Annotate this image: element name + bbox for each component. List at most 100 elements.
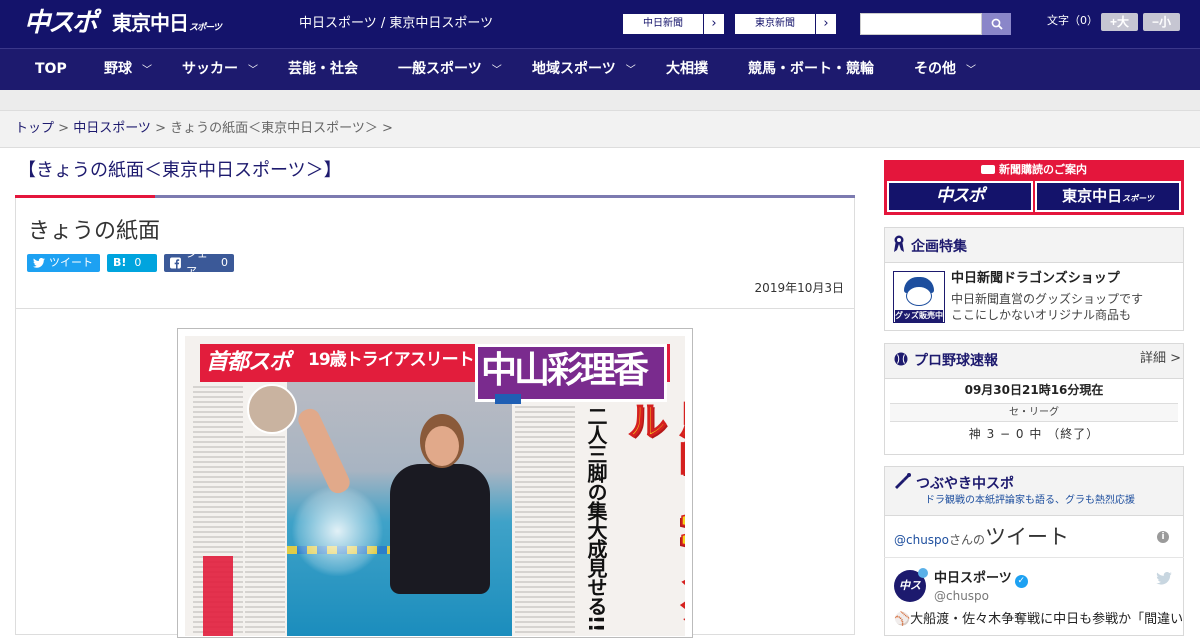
shop-desc-line: 中日新聞直営のグッズショップです [951, 292, 1144, 306]
breadcrumb-separator: > [377, 121, 393, 136]
article-divider [16, 308, 854, 309]
newspaper-front-page-image[interactable]: 首都スポ 19歳トライアスリート 中山彩理香 二人三脚の集大成見せる!! 恩師と… [185, 336, 685, 636]
nav-item-regional-sports[interactable]: 地域スポーツ ﹀ [532, 49, 636, 90]
newspaper-athlete-name: 中山彩理香 [481, 350, 649, 391]
dragons-shop-thumbnail[interactable]: グッズ販売中 [893, 271, 945, 323]
text-column-left-2 [245, 436, 285, 636]
subscription-logo-tokyo-small: スポーツ [1122, 194, 1154, 203]
subscription-logo-chuspo[interactable]: 中スポ [887, 181, 1033, 212]
chevron-down-icon: ﹀ [966, 65, 976, 76]
hatena-count: 0 [134, 256, 142, 269]
newspaper-kicker: 19歳トライアスリート [308, 350, 475, 370]
baseball-detail-link[interactable]: 詳細 > [1140, 351, 1181, 367]
font-smaller-button[interactable]: −小 [1143, 13, 1180, 31]
info-icon[interactable]: i [1157, 531, 1169, 543]
chevron-down-icon: ﹀ [248, 65, 258, 76]
tweet-author-handle[interactable]: @chuspo [934, 589, 989, 604]
site-caption: 中日スポーツ / 東京中日スポーツ [299, 16, 494, 31]
nav-item-label: 一般スポーツ [398, 61, 482, 77]
logo-tokyo-text: 東京中日 [112, 11, 189, 35]
search-icon [991, 18, 1003, 30]
nav-item-label: 地域スポーツ [532, 61, 616, 77]
subscription-banner-label: 新聞購読のご案内 [999, 163, 1087, 176]
nav-item-others[interactable]: その他 ﹀ [914, 49, 976, 90]
breadcrumb-separator: > [54, 121, 74, 136]
search-input[interactable] [860, 13, 982, 35]
nav-item-racing[interactable]: 競馬・ボート・競輪 [748, 49, 874, 90]
newspaper-masthead: 首都スポ [200, 344, 300, 382]
newspaper-icon [981, 165, 995, 174]
twitter-account-suffix: さんの [949, 533, 986, 547]
tweet-button[interactable]: ツイート [27, 254, 100, 272]
trumpet-icon [895, 473, 911, 489]
score-updated-time: 09月30日21時16分現在 [964, 383, 1104, 397]
avatar[interactable]: 中スポ [894, 568, 928, 624]
dragons-shop-link[interactable]: 中日新聞ドラゴンズショップ [951, 271, 1120, 287]
nav-item-label: サッカー [182, 61, 238, 77]
font-bigger-button[interactable]: +大 [1101, 13, 1138, 31]
verified-icon: ✓ [1014, 575, 1028, 588]
facebook-icon [170, 257, 181, 269]
score-game-result[interactable]: 神 3 − 0 中 （終了） [884, 426, 1184, 442]
dragons-shop-description: 中日新聞直営のグッズショップです ここにしかないオリジナル商品も [951, 291, 1143, 323]
nav-item-top[interactable]: TOP [35, 49, 67, 90]
nav-item-soccer[interactable]: サッカー ﹀ [182, 49, 258, 90]
logo-tokyo-chunichi[interactable]: 東京中日スポーツ [112, 11, 222, 40]
nav-item-label: その他 [914, 61, 956, 77]
page-heading: 【きょうの紙面＜東京中日スポーツ＞】 [18, 160, 342, 181]
spacer-band [0, 90, 1200, 110]
subscription-logo-tokyo[interactable]: 東京中日スポーツ [1035, 181, 1181, 212]
nav-item-label: 競馬・ボート・競輪 [748, 61, 874, 77]
tweet-text: ⚾大船渡・佐々木争奪戦に中日も参戦か「間違い [894, 612, 1184, 627]
nav-item-sumo[interactable]: 大相撲 [666, 49, 708, 90]
shop-thumb-label: グッズ販売中 [895, 310, 943, 322]
tweet-author-name[interactable]: 中日スポーツ ✓ [934, 571, 1028, 588]
twitter-timeline-title: ツイート [985, 525, 1070, 549]
logo-chuspo[interactable]: 中スポ [24, 8, 98, 38]
hatena-bookmark-button[interactable]: B! 0 [107, 254, 157, 272]
swimmer-body [390, 464, 490, 594]
twitter-icon[interactable] [1156, 572, 1172, 585]
subscription-logo-tokyo-text: 東京中日 [1062, 187, 1123, 205]
chunichi-shimbun-link[interactable]: 中日新聞 › [622, 13, 725, 35]
chunichi-shimbun-label: 中日新聞 [643, 18, 683, 29]
hatena-icon: B! [113, 256, 127, 269]
tokyo-shimbun-label: 東京新聞 [755, 18, 795, 29]
newspaper-main-headline: 恩師とWメダル [619, 399, 685, 621]
shop-desc-line: ここにしかないオリジナル商品も [951, 308, 1132, 322]
search-button[interactable] [982, 13, 1011, 35]
twitter-account-link[interactable]: @chuspo [894, 533, 949, 547]
ribbon-icon [894, 235, 904, 252]
tokyo-shimbun-link[interactable]: 東京新聞 › [734, 13, 837, 35]
baseball-panel-title: プロ野球速報 [914, 353, 998, 369]
facebook-share-label: シェア [185, 247, 208, 278]
twitter-timeline-header: @chuspoさんのツイート [894, 522, 1069, 555]
nav-item-label: TOP [35, 61, 67, 77]
nav-item-label: 大相撲 [666, 61, 708, 77]
chevron-down-icon: ﹀ [142, 65, 152, 76]
nav-item-label: 芸能・社会 [288, 61, 358, 77]
breadcrumb-chuspo[interactable]: 中日スポーツ [73, 121, 151, 136]
tweet-author-label: 中日スポーツ [934, 571, 1012, 586]
breadcrumb-separator: > [150, 121, 171, 136]
chevron-down-icon: ﹀ [491, 65, 502, 76]
breadcrumb-top[interactable]: トップ [15, 121, 54, 136]
blue-tag [495, 394, 521, 404]
nav-item-general-sports[interactable]: 一般スポーツ ﹀ [398, 49, 502, 90]
inset-portrait [247, 384, 297, 434]
tweets-panel-subtitle: ドラ観戦の本紙評論家も語る、グラも熱烈応援 [925, 495, 1135, 506]
score-league: セ・リーグ [890, 403, 1178, 422]
facebook-count: 0 [221, 256, 228, 269]
breadcrumb-current: きょうの紙面＜東京中日スポーツ＞ [170, 121, 378, 136]
subscription-banner-title: 新聞購読のご案内 [884, 162, 1184, 178]
mascot-face [906, 286, 932, 306]
facebook-share-button[interactable]: シェア 0 [164, 247, 234, 278]
tweet-button-label: ツイート [49, 256, 93, 269]
text-column-right [515, 406, 575, 636]
nav-item-baseball[interactable]: 野球 ﹀ [104, 49, 152, 90]
article-title: きょうの紙面 [28, 219, 161, 244]
article-top-accent [15, 195, 155, 198]
nav-item-entertainment[interactable]: 芸能・社会 [288, 49, 358, 90]
red-vertical-band [203, 556, 233, 636]
tweets-panel-title: つぶやき中スポ [916, 476, 1014, 492]
